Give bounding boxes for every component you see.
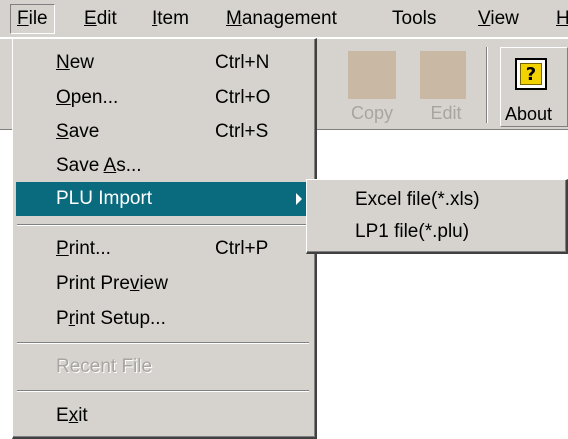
menu-item-label: Open... [56, 87, 119, 108]
application-window: File Edit Item Management Tools View H C… [0, 0, 568, 439]
menu-item-exit[interactable]: Exit [16, 399, 312, 433]
plu-import-submenu: Excel file(*.xls) LP1 file(*.plu) [306, 179, 568, 254]
menu-item-shortcut: Ctrl+N [215, 52, 270, 73]
menu-item-label: Excel file(*.xls) [355, 189, 480, 210]
about-button-label: About [505, 104, 553, 124]
menu-file[interactable]: File [10, 4, 55, 34]
menu-item-label: PLU Import [56, 188, 153, 209]
menu-item-label: Exit [56, 405, 88, 426]
menu-tools[interactable]: Tools [386, 4, 442, 34]
menu-separator [17, 342, 309, 344]
menu-item-shortcut: Ctrl+P [215, 238, 269, 259]
menu-item-shortcut: Ctrl+O [215, 87, 271, 108]
menu-item-excel-file[interactable]: Excel file(*.xls) [310, 183, 564, 217]
edit-icon [420, 51, 466, 99]
menu-bar: File Edit Item Management Tools View H [0, 0, 568, 38]
menu-help[interactable]: H [550, 4, 568, 34]
menu-edit[interactable]: Edit [78, 4, 123, 34]
menu-item-shortcut: Ctrl+S [215, 121, 269, 142]
copy-button-label: Copy [350, 103, 394, 123]
menu-item-label: LP1 file(*.plu) [355, 221, 470, 242]
menu-management[interactable]: Management [220, 4, 343, 34]
menu-item-label: Print... [56, 238, 111, 259]
edit-button-label: Edit [430, 103, 462, 123]
menu-item-open[interactable]: Open... Ctrl+O [16, 81, 312, 115]
menu-item-label: Recent File [56, 356, 153, 377]
menu-separator [17, 390, 309, 392]
menu-item-label: Save [56, 121, 100, 142]
copy-button[interactable]: Copy [340, 47, 404, 127]
toolbar-separator [486, 47, 488, 123]
menu-item-lp1-file[interactable]: LP1 file(*.plu) [310, 215, 564, 249]
menu-item-print-preview[interactable]: Print Preview [16, 267, 312, 301]
file-menu-dropdown: New Ctrl+N Open... Ctrl+O Save Ctrl+S Sa… [12, 38, 317, 439]
menu-item-label: Print Preview [56, 273, 168, 294]
menu-separator [17, 224, 309, 226]
menu-item-save-as[interactable]: Save As... [16, 149, 312, 183]
copy-icon [348, 51, 396, 99]
submenu-arrow-icon [296, 193, 302, 205]
menu-item-recent-file: Recent File [16, 350, 312, 384]
menu-item-label: Save As... [56, 155, 142, 176]
help-icon: ? [515, 58, 547, 90]
menu-item-label: New [56, 52, 95, 73]
menu-item-plu-import[interactable]: PLU Import [16, 182, 312, 216]
menu-item[interactable]: Item [146, 4, 195, 34]
edit-button[interactable]: Edit [414, 47, 478, 127]
menu-item-save[interactable]: Save Ctrl+S [16, 115, 312, 149]
menu-item-label: Print Setup... [56, 308, 166, 329]
menu-item-print[interactable]: Print... Ctrl+P [16, 232, 312, 266]
menu-item-new[interactable]: New Ctrl+N [16, 46, 312, 80]
menu-item-print-setup[interactable]: Print Setup... [16, 302, 312, 336]
about-button[interactable]: ? About [500, 47, 568, 127]
menu-view[interactable]: View [472, 4, 525, 34]
